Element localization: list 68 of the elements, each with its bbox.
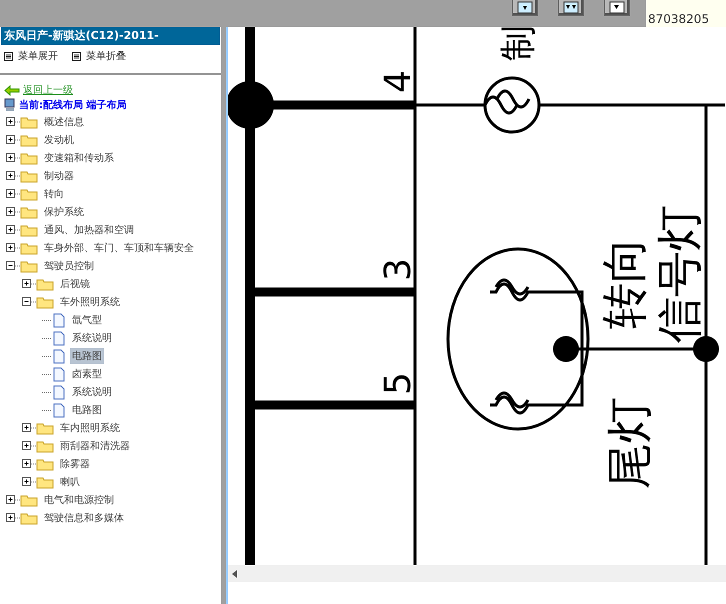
tree-item[interactable]: 电路图: [70, 402, 104, 418]
folder-icon: [20, 151, 38, 165]
list-icon: [4, 52, 13, 60]
folder-icon: [20, 241, 38, 255]
tree-item[interactable]: 电路图: [70, 348, 104, 364]
menu-toggle-button[interactable]: 菜单折叠: [72, 49, 126, 63]
folder-icon: [36, 475, 54, 489]
folder-icon: [36, 295, 54, 309]
tree-item[interactable]: 车身外部、车门、车顶和车辆安全: [42, 240, 196, 256]
folder-icon: [36, 421, 54, 435]
tree-item[interactable]: 概述信息: [42, 114, 86, 130]
pin-number: 5: [378, 372, 419, 395]
tree-item[interactable]: 喇叭: [58, 474, 82, 490]
folder-icon: [20, 205, 38, 219]
tree-item[interactable]: 制动器: [42, 168, 76, 184]
tree-item[interactable]: 通风、加热器和空调: [42, 222, 136, 238]
hotline-number: 87038205: [648, 12, 710, 27]
toolbar-button[interactable]: [512, 0, 538, 16]
folder-icon: [20, 259, 38, 273]
back-link[interactable]: 返回上一级: [23, 83, 73, 97]
pin-number: 3: [378, 258, 419, 281]
folder-icon: [20, 223, 38, 237]
lamp-label: 尾灯: [602, 397, 656, 489]
sidebar-title: 东风日产-新骐达(C12)-2011-: [1, 27, 220, 45]
tree-item[interactable]: 氙气型: [70, 312, 104, 328]
folder-icon: [20, 169, 38, 183]
tree-item[interactable]: 车外照明系统: [58, 294, 122, 310]
folder-icon: [20, 493, 38, 507]
pin-number: 4: [378, 70, 419, 93]
folder-icon: [36, 277, 54, 291]
folder-icon: [20, 187, 38, 201]
lamp-label: 转向: [597, 237, 651, 329]
toolbar-button[interactable]: [558, 0, 584, 16]
tree-item[interactable]: 雨刮器和清洗器: [58, 438, 132, 454]
document-icon: [52, 312, 66, 328]
toolbar-button[interactable]: [604, 0, 630, 16]
tree-item[interactable]: 卤素型: [70, 366, 104, 382]
horizontal-scrollbar[interactable]: [228, 565, 726, 582]
tree-item[interactable]: 除雾器: [58, 456, 92, 472]
folder-icon: [20, 511, 38, 525]
lamp-label: 制: [498, 27, 539, 61]
tree-item[interactable]: 驾驶信息和多媒体: [42, 510, 126, 526]
folder-icon: [36, 439, 54, 453]
current-location: 当前:配线布局 端子布局: [19, 98, 126, 112]
lamp-label: 信号灯: [652, 205, 706, 343]
document-icon: [52, 348, 66, 364]
tree-item[interactable]: 变速箱和传动系: [42, 150, 116, 166]
tree-item[interactable]: 后视镜: [58, 276, 92, 292]
folder-icon: [36, 457, 54, 471]
menu-toggle-button[interactable]: 菜单展开: [4, 49, 58, 63]
left-arrow-icon: [4, 84, 20, 96]
tree-item[interactable]: 发动机: [42, 132, 76, 148]
folder-icon: [20, 133, 38, 147]
computer-icon: [4, 98, 16, 112]
scroll-left-icon[interactable]: [232, 570, 238, 578]
document-icon: [52, 330, 66, 346]
folder-icon: [20, 115, 38, 129]
tree-item[interactable]: 电气和电源控制: [42, 492, 116, 508]
tree-item[interactable]: 系统说明: [70, 384, 114, 400]
document-icon: [52, 366, 66, 382]
document-icon: [52, 384, 66, 400]
tree-item[interactable]: 驾驶员控制: [42, 258, 96, 274]
document-icon: [52, 402, 66, 418]
list-icon: [72, 52, 81, 60]
tree-item[interactable]: 保护系统: [42, 204, 86, 220]
tree-item[interactable]: 转向: [42, 186, 66, 202]
tree-item[interactable]: 系统说明: [70, 330, 114, 346]
tree-item[interactable]: 车内照明系统: [58, 420, 122, 436]
